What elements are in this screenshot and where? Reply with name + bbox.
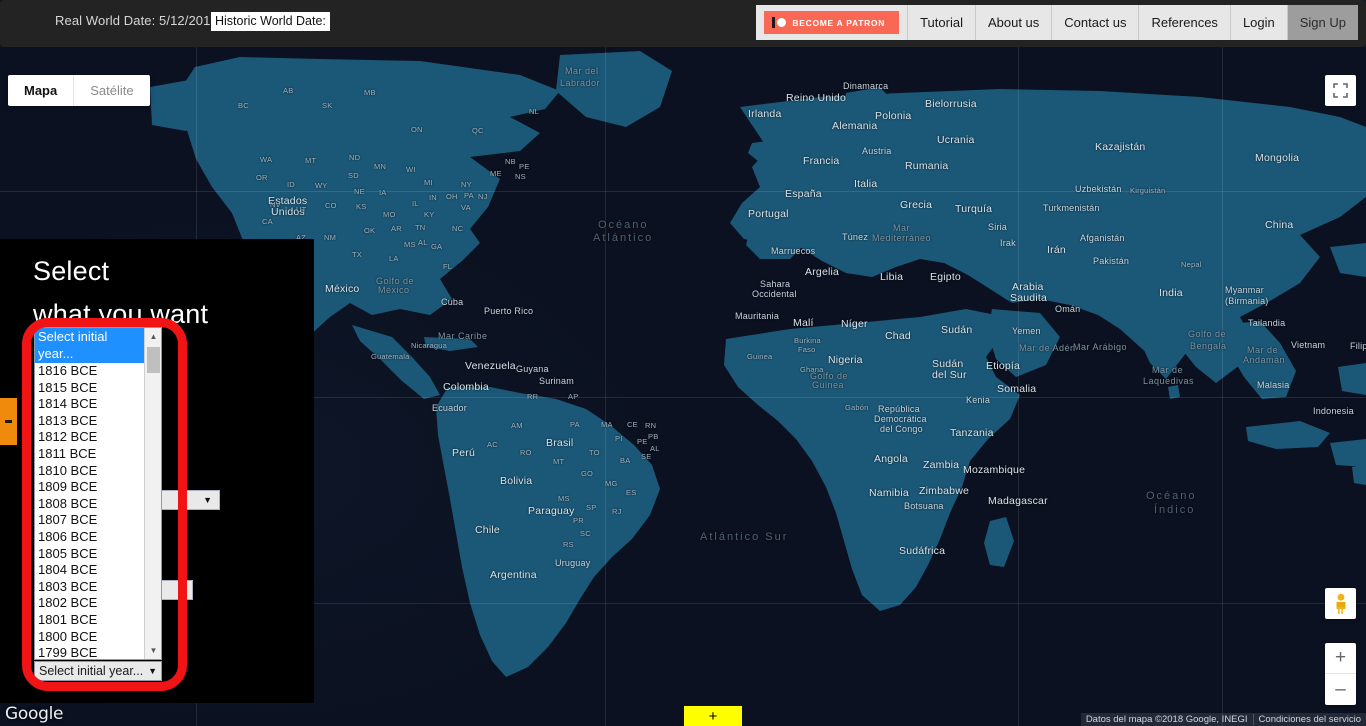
year-option[interactable]: 1803 BCE [35,579,144,596]
zoom-control[interactable]: + – [1325,643,1356,705]
initial-year-listbox[interactable]: Select initial year... 1816 BCE 1815 BCE 18… [34,327,162,660]
year-option-selected[interactable]: Select initial year... [35,328,144,363]
initial-year-select-label: Select initial year... [39,664,144,678]
top-navigation-bar: Real World Date: 5/12/2018 Historic Worl… [0,0,1366,47]
graticule-line [1222,47,1223,726]
year-option[interactable]: 1816 BCE [35,363,144,380]
graticule-line [605,47,606,726]
secondary-select-2[interactable] [158,580,193,600]
year-option[interactable]: 1805 BCE [35,546,144,563]
attribution-data: Datos del mapa ©2018 Google, INEGI [1085,714,1248,725]
map-type-control[interactable]: Mapa Satélite [8,75,150,106]
patreon-icon [772,17,787,28]
nav-contact-us[interactable]: Contact us [1052,5,1140,40]
collapse-icon [5,420,12,423]
zoom-out-button[interactable]: – [1325,674,1356,705]
year-option[interactable]: 1807 BCE [35,512,144,529]
zoom-in-button[interactable]: + [1325,643,1356,674]
nav-tutorial[interactable]: Tutorial [908,5,976,40]
panel-subtitle: what you want [33,299,209,329]
fullscreen-button[interactable] [1325,75,1356,106]
real-world-date-label: Real World Date: 5/12/2018 [55,13,218,28]
year-option[interactable]: 1813 BCE [35,413,144,430]
initial-year-select[interactable]: Select initial year... ▼ [34,661,162,681]
year-option[interactable]: 1810 BCE [35,463,144,480]
street-view-pegman-button[interactable] [1325,588,1356,619]
fullscreen-icon [1333,83,1348,98]
chevron-down-icon: ▼ [148,665,157,676]
listbox-scrollbar[interactable]: ▲ ▼ [144,328,161,659]
scroll-up-arrow-icon[interactable]: ▲ [145,328,161,345]
scroll-down-arrow-icon[interactable]: ▼ [145,642,161,659]
nav-button-group: BECOME A PATRON Tutorial About us Contac… [756,5,1358,40]
year-option[interactable]: 1812 BCE [35,429,144,446]
year-option[interactable]: 1809 BCE [35,479,144,496]
year-option[interactable]: 1804 BCE [35,562,144,579]
patron-button-label: BECOME A PATRON [792,17,886,28]
year-option[interactable]: 1801 BCE [35,612,144,629]
map-type-mapa[interactable]: Mapa [8,75,73,106]
nav-about-us[interactable]: About us [975,5,1053,40]
year-option[interactable]: 1799 BCE [35,645,144,659]
map-attribution: Datos del mapa ©2018 Google, INEGI Condi… [1080,713,1366,726]
initial-year-options[interactable]: Select initial year... 1816 BCE 1815 BCE 18… [35,328,144,659]
nav-signup[interactable]: Sign Up [1287,5,1358,40]
year-option[interactable]: 1815 BCE [35,380,144,397]
add-event-marker-button[interactable]: + [684,706,742,726]
map-type-satelite[interactable]: Satélite [73,75,149,106]
panel-title: Select [33,256,110,286]
chevron-down-icon: ▼ [203,494,212,505]
nav-login[interactable]: Login [1230,5,1288,40]
year-option[interactable]: 1808 BCE [35,496,144,513]
year-option[interactable]: 1814 BCE [35,396,144,413]
secondary-select-1[interactable]: ▼ [158,490,220,510]
graticule-line [0,191,1366,192]
attribution-terms[interactable]: Condiciones del servicio [1252,714,1366,725]
year-option[interactable]: 1806 BCE [35,529,144,546]
historic-world-date-field[interactable]: Historic World Date: [211,12,330,31]
year-option[interactable]: 1800 BCE [35,629,144,646]
pegman-icon [1336,593,1345,614]
nav-references[interactable]: References [1139,5,1231,40]
graticule-line [1018,47,1019,726]
patron-button-wrapper: BECOME A PATRON [756,5,909,40]
panel-collapse-tab[interactable] [0,398,17,445]
google-logo: Google [5,704,64,724]
scrollbar-thumb[interactable] [147,347,160,373]
year-option[interactable]: 1802 BCE [35,595,144,612]
become-a-patron-button[interactable]: BECOME A PATRON [764,11,900,34]
year-option[interactable]: 1811 BCE [35,446,144,463]
